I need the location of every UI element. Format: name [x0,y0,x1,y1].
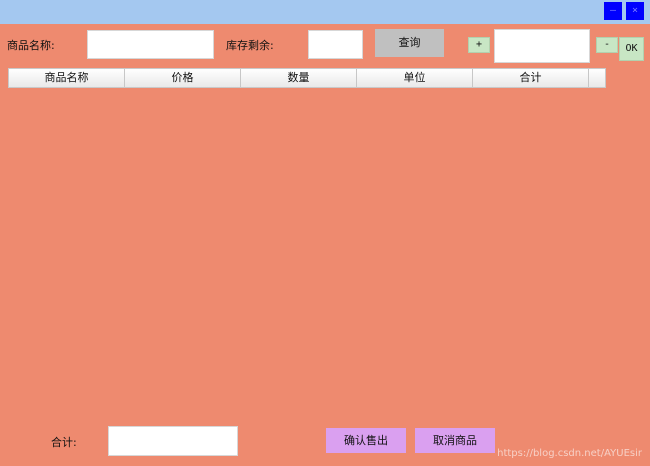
quantity-input[interactable] [494,29,590,63]
total-label: 合计: [51,436,77,449]
title-bar [0,0,650,24]
column-header-unit[interactable]: 单位 [357,69,473,87]
ok-button[interactable]: OK [619,37,644,61]
column-header-price[interactable]: 价格 [125,69,241,87]
close-icon[interactable]: × [626,2,644,20]
product-name-input[interactable] [87,30,214,59]
column-header-quantity[interactable]: 数量 [241,69,357,87]
minimize-icon[interactable]: — [604,2,622,20]
total-input[interactable] [108,426,238,456]
confirm-sale-button[interactable]: 确认售出 [326,428,406,453]
plus-button[interactable]: + [468,37,490,53]
column-header-spacer [589,69,605,87]
cancel-item-button[interactable]: 取消商品 [415,428,495,453]
stock-remaining-input[interactable] [308,30,363,59]
column-header-total[interactable]: 合计 [473,69,589,87]
column-header-product-name[interactable]: 商品名称 [9,69,125,87]
stock-remaining-label: 库存剩余: [226,39,274,52]
watermark-text: https://blog.csdn.net/AYUEsir [497,448,642,459]
query-button[interactable]: 查询 [375,29,444,57]
product-name-label: 商品名称: [7,39,55,52]
minus-button[interactable]: - [596,37,618,53]
sales-table-header: 商品名称 价格 数量 单位 合计 [8,68,606,88]
